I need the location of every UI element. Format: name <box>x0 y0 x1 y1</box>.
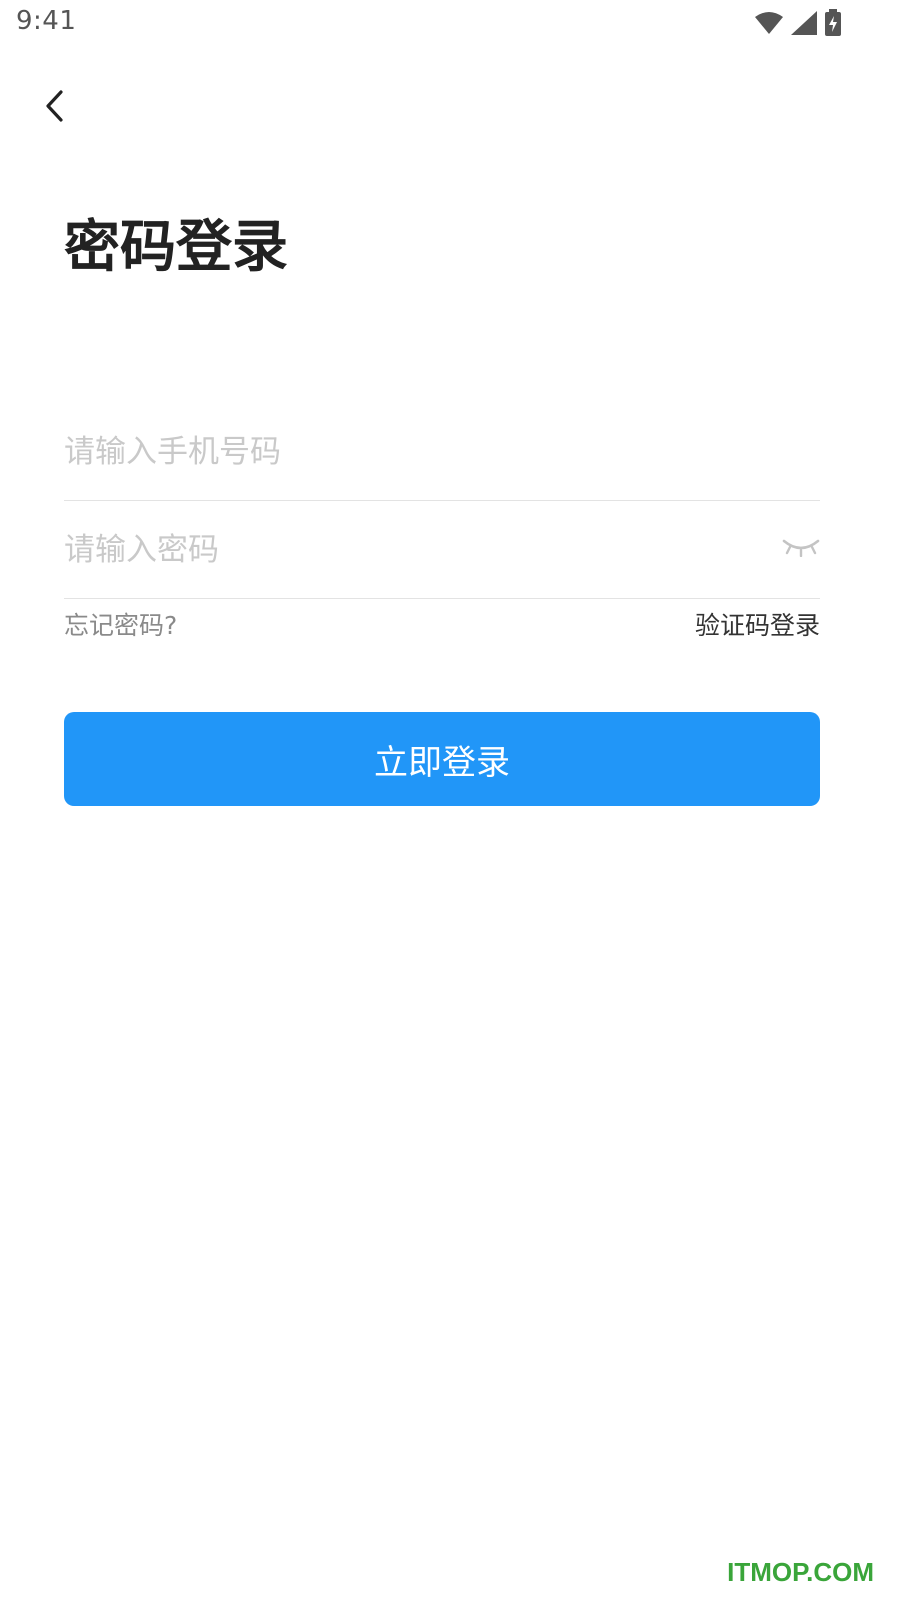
password-input[interactable] <box>64 502 764 598</box>
status-time: 9:41 <box>16 6 77 36</box>
password-visibility-toggle[interactable] <box>782 532 820 566</box>
watermark-logo: ITMOP.COM <box>727 1557 874 1587</box>
forgot-password-link[interactable]: 忘记密码? <box>64 606 177 642</box>
wifi-icon <box>754 11 784 35</box>
chevron-left-icon <box>43 89 65 127</box>
phone-field-container <box>64 404 820 501</box>
eye-closed-icon <box>782 537 820 561</box>
code-login-link[interactable]: 验证码登录 <box>695 606 820 642</box>
status-bar: 9:41 <box>0 0 900 48</box>
battery-charging-icon <box>824 9 842 37</box>
phone-input[interactable] <box>64 404 820 500</box>
page-title: 密码登录 <box>64 215 288 280</box>
status-icons <box>754 8 842 38</box>
password-field-container <box>64 502 820 599</box>
login-button[interactable]: 立即登录 <box>64 712 820 806</box>
back-button[interactable] <box>30 84 78 132</box>
signal-icon <box>790 10 818 36</box>
